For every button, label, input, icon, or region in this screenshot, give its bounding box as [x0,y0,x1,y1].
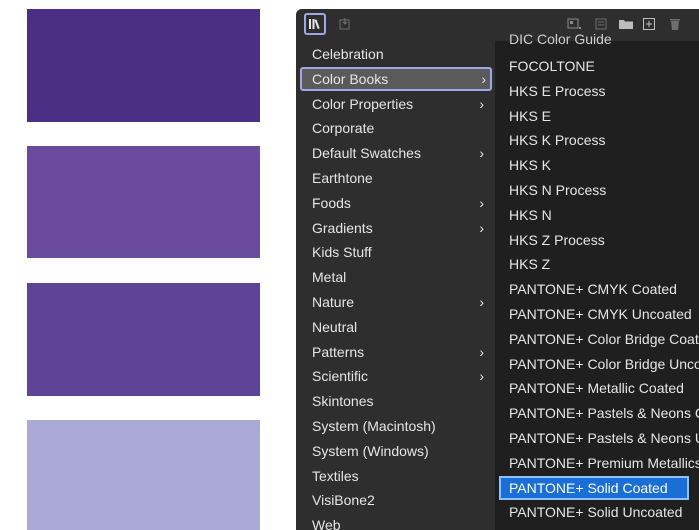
menu-item-system-windows[interactable]: System (Windows) [300,439,490,463]
submenu-item-hks-k-process[interactable]: HKS K Process [499,128,699,152]
color-books-submenu: DIC Color Guide FOCOLTONE HKS E Process HK… [495,31,699,530]
submenu-item-pantone-color-bridge-uncoated[interactable]: PANTONE+ Color Bridge Uncoated [499,352,699,376]
submenu-item-hks-e[interactable]: HKS E [499,104,699,128]
menu-item-gradients[interactable]: Gradients › [300,216,490,240]
menu-item-earthtone[interactable]: Earthtone [300,166,490,190]
swatch-lavender[interactable] [27,420,260,530]
menu-item-label: VisiBone2 [312,492,375,509]
swatch-deep-violet[interactable] [27,9,260,122]
menu-item-neutral[interactable]: Neutral [300,315,490,339]
menu-item-color-properties[interactable]: Color Properties › [300,92,490,116]
folder-icon[interactable] [618,17,634,34]
submenu-item-pantone-cmyk-coated[interactable]: PANTONE+ CMYK Coated [499,277,699,301]
panel-toolbar [296,9,699,45]
menu-item-system-macintosh[interactable]: System (Macintosh) [300,414,490,438]
submenu-item-hks-z-process[interactable]: HKS Z Process [499,228,699,252]
menu-item-label: System (Macintosh) [312,418,436,434]
menu-item-kids-stuff[interactable]: Kids Stuff [300,240,490,264]
menu-item-label: Patterns [312,343,365,360]
menu-item-label: Scientific [312,368,369,385]
submenu-item-pantone-pastels-neons-coated[interactable]: PANTONE+ Pastels & Neons Coated [499,401,699,425]
menu-item-label: Gradients [312,219,373,236]
submenu-item-pantone-color-bridge-coated[interactable]: PANTONE+ Color Bridge Coated [499,327,699,351]
menu-item-label: System (Windows) [312,442,429,459]
menu-item-label: Textiles [312,467,359,484]
menu-item-skintones[interactable]: Skintones [300,389,490,413]
menu-item-color-books[interactable]: Color Books › [300,66,492,91]
menu-item-label: Web [312,517,341,530]
submenu-item-hks-e-process[interactable]: HKS E Process [499,79,699,103]
library-category-menu: Celebration Color Books › Color Properties ›… [296,43,495,530]
menu-item-label: Color Books [312,70,389,87]
menu-item-label: Corporate [312,120,375,137]
swatch-libraries-menu-icon[interactable] [304,13,326,35]
menu-item-foods[interactable]: Foods › [300,191,490,215]
swatch-medium-violet[interactable] [27,146,260,258]
menu-item-label: Earthtone [312,170,373,186]
submenu-item-clipped[interactable]: DIC Color Guide [509,27,612,51]
import-icon[interactable] [338,17,352,34]
chevron-right-icon: › [479,368,484,385]
chevron-right-icon: › [479,219,484,236]
menu-item-web[interactable]: Web [300,513,490,530]
submenu-item-pantone-solid-uncoated[interactable]: PANTONE+ Solid Uncoated [499,500,699,524]
menu-item-label: Skintones [312,393,374,410]
menu-item-patterns[interactable]: Patterns › [300,340,490,364]
menu-item-label: Nature [312,294,355,310]
chevron-right-icon: › [481,70,486,87]
menu-item-label: Neutral [312,318,358,335]
submenu-item-pantone-cmyk-uncoated[interactable]: PANTONE+ CMYK Uncoated [499,302,699,326]
menu-item-label: Color Properties [312,95,414,112]
menu-item-nature[interactable]: Nature › [300,290,490,314]
submenu-item-focoltone[interactable]: FOCOLTONE [499,54,699,78]
swatch-royal-violet[interactable] [27,283,260,396]
menu-item-textiles[interactable]: Textiles [300,464,490,488]
submenu-item-pantone-pastels-neons-uncoated[interactable]: PANTONE+ Pastels & Neons Uncoated [499,426,699,450]
swatches-panel: Celebration Color Books › Color Properties ›… [296,9,699,530]
menu-item-corporate[interactable]: Corporate [300,116,490,140]
chevron-right-icon: › [479,95,484,112]
chevron-right-icon: › [479,194,484,211]
chevron-right-icon: › [479,343,484,360]
submenu-item-hks-z[interactable]: HKS Z [499,252,699,276]
submenu-item-pantone-premium-metallics-coated[interactable]: PANTONE+ Premium Metallics Coated [499,451,699,475]
submenu-item-hks-n-process[interactable]: HKS N Process [499,178,699,202]
submenu-item-pantone-metallic-coated[interactable]: PANTONE+ Metallic Coated [499,376,699,400]
delete-icon[interactable] [668,17,682,34]
new-swatch-icon[interactable] [642,17,656,34]
menu-item-label: Metal [312,269,347,286]
menu-item-label: Default Swatches [312,145,421,162]
chevron-right-icon: › [479,294,484,310]
menu-item-metal[interactable]: Metal [300,265,490,289]
submenu-item-hks-k[interactable]: HKS K [499,153,699,177]
menu-item-scientific[interactable]: Scientific › [300,364,490,388]
menu-item-default-swatches[interactable]: Default Swatches › [300,141,490,165]
menu-item-label: Celebration [312,46,384,62]
menu-item-celebration[interactable]: Celebration [300,42,490,66]
menu-item-visibone2[interactable]: VisiBone2 [300,488,490,512]
submenu-item-pantone-solid-coated[interactable]: PANTONE+ Solid Coated [499,475,689,500]
menu-item-label: Foods [312,194,351,211]
submenu-item-hks-n[interactable]: HKS N [499,203,699,227]
menu-item-label: Kids Stuff [312,244,372,261]
chevron-right-icon: › [479,145,484,162]
